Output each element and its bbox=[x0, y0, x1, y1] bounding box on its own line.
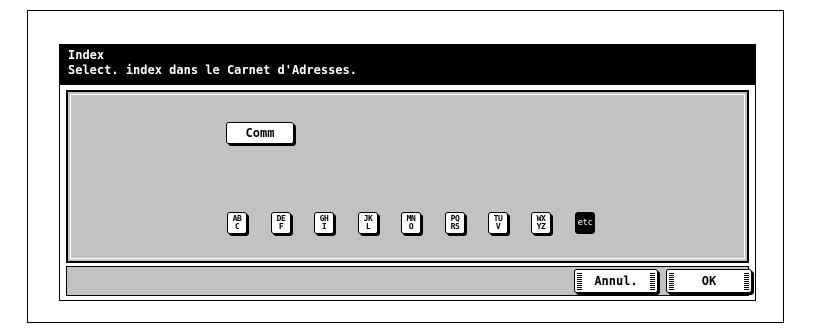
index-key-label: V bbox=[495, 222, 501, 231]
dialog-footer: Annul. OK bbox=[66, 266, 752, 296]
index-key-label: F bbox=[278, 222, 284, 231]
index-key-mno[interactable]: MN O bbox=[401, 212, 421, 234]
index-key-etc[interactable]: etc bbox=[575, 212, 595, 234]
index-key-label: RS bbox=[450, 222, 460, 231]
dialog-header: Index Select. index dans le Carnet d'Adr… bbox=[60, 45, 755, 85]
index-key-label: L bbox=[365, 222, 371, 231]
index-key-label: YZ bbox=[536, 222, 546, 231]
button-stripe bbox=[744, 272, 749, 290]
inner-border bbox=[70, 94, 745, 259]
ok-button[interactable]: OK bbox=[666, 269, 752, 293]
dialog-title: Index bbox=[68, 48, 105, 62]
index-key-ghi[interactable]: GH I bbox=[314, 212, 334, 234]
button-stripe bbox=[577, 272, 582, 290]
cancel-button-label: Annul. bbox=[594, 274, 638, 288]
ok-button-label: OK bbox=[701, 274, 717, 288]
button-stripe bbox=[650, 272, 655, 290]
index-key-tuv[interactable]: TU V bbox=[488, 212, 508, 234]
index-dialog: Index Select. index dans le Carnet d'Adr… bbox=[59, 44, 756, 301]
index-selection-area: Comm AB C DE F GH I JK L MN O PQ RS TU V bbox=[66, 90, 749, 263]
common-button[interactable]: Comm bbox=[226, 122, 294, 144]
index-key-label: etc bbox=[577, 218, 593, 228]
dialog-instruction: Select. index dans le Carnet d'Adresses. bbox=[68, 63, 357, 77]
index-key-jkl[interactable]: JK L bbox=[358, 212, 378, 234]
index-key-label: I bbox=[321, 222, 327, 231]
index-key-wxyz[interactable]: WX YZ bbox=[531, 212, 551, 234]
index-key-label: C bbox=[234, 222, 240, 231]
index-key-pqrs[interactable]: PQ RS bbox=[445, 212, 465, 234]
index-key-abc[interactable]: AB C bbox=[227, 212, 247, 234]
index-key-def[interactable]: DE F bbox=[271, 212, 291, 234]
index-key-label: O bbox=[408, 222, 414, 231]
cancel-button[interactable]: Annul. bbox=[574, 269, 658, 293]
button-stripe bbox=[669, 272, 674, 290]
